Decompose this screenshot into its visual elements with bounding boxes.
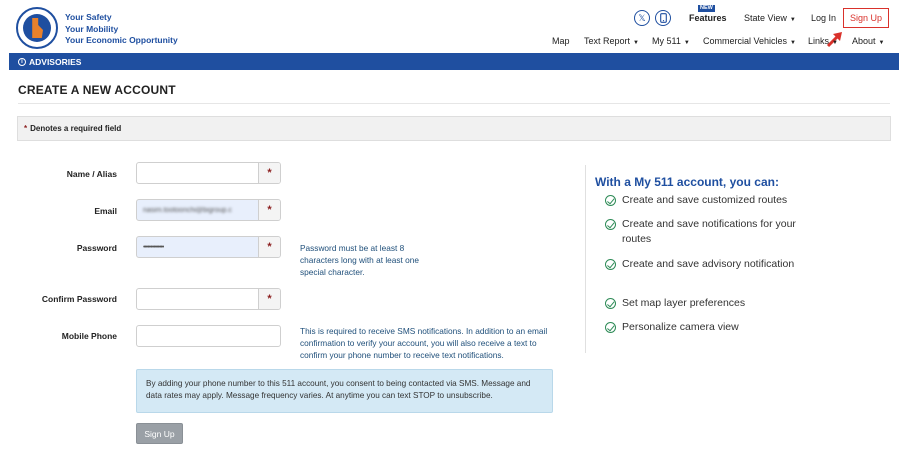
login-link[interactable]: Log In (811, 13, 836, 23)
nav-my-511[interactable]: My 511 ▼ (652, 36, 690, 46)
state-view-dropdown[interactable]: State View ▼ (744, 13, 796, 23)
advisories-label: ADVISORIES (29, 56, 82, 67)
confirm-password-input[interactable] (137, 289, 258, 309)
idaho-logo[interactable] (16, 7, 58, 49)
new-badge: NEW (698, 5, 715, 12)
benefit-text: Create and save advisory notification (622, 258, 795, 270)
mobile-phone-icon[interactable] (655, 10, 671, 26)
benefit-text: Personalize camera view (622, 321, 739, 333)
check-circle-icon (605, 219, 616, 230)
benefit-item: Create and save advisory notification (605, 257, 805, 272)
mobile-phone-input[interactable] (137, 326, 280, 346)
required-star: * (258, 200, 280, 220)
email-label: Email (94, 206, 117, 216)
idaho-state-shape (32, 18, 43, 38)
mobile-phone-hint: This is required to receive SMS notifica… (300, 326, 548, 360)
required-note: * Denotes a required field (17, 116, 891, 141)
mobile-phone-field (136, 325, 281, 347)
sms-consent-notice: By adding your phone number to this 511 … (136, 369, 553, 413)
state-view-label: State View (744, 13, 787, 23)
page-title: CREATE A NEW ACCOUNT (18, 83, 176, 97)
check-circle-icon (605, 322, 616, 333)
check-circle-icon (605, 298, 616, 309)
caret-down-icon: ▼ (832, 40, 838, 46)
site-header: Your Safety Your Mobility Your Economic … (0, 0, 908, 52)
required-star: * (258, 237, 280, 257)
check-circle-icon (605, 259, 616, 270)
logo-emblem (23, 14, 51, 42)
name-input[interactable] (137, 163, 258, 183)
benefit-item: Personalize camera view (605, 320, 805, 335)
benefit-text: Create and save notifications for your r… (622, 218, 796, 245)
confirm-password-field: * (136, 288, 281, 310)
nav-label: About (852, 36, 876, 46)
nav-map[interactable]: Map (552, 36, 570, 46)
benefits-title: With a My 511 account, you can: (595, 175, 779, 189)
caret-down-icon: ▼ (633, 40, 639, 46)
benefit-item: Create and save notifications for your r… (605, 217, 805, 247)
benefit-item: Set map layer preferences (605, 296, 805, 311)
signup-link[interactable]: Sign Up (843, 8, 889, 28)
tagline-line: Your Safety (65, 12, 112, 22)
features-link[interactable]: Features (689, 13, 727, 23)
nav-commercial-vehicles[interactable]: Commercial Vehicles ▼ (703, 36, 796, 46)
mobile-phone-label: Mobile Phone (61, 331, 117, 341)
vertical-divider (585, 165, 586, 353)
caret-down-icon: ▼ (878, 40, 885, 46)
name-label: Name / Alias (66, 169, 117, 179)
tagline-line: Your Economic Opportunity (65, 35, 178, 45)
email-field: nasim.tootoonchi@bigroup.c * (136, 199, 281, 221)
email-input[interactable]: nasim.tootoonchi@bigroup.c (137, 200, 258, 220)
benefit-text: Create and save customized routes (622, 194, 788, 206)
x-twitter-icon[interactable]: 𝕏 (634, 10, 650, 26)
password-input[interactable]: •••••••••••••• (137, 237, 258, 257)
nav-text-report[interactable]: Text Report ▼ (584, 36, 639, 46)
tagline: Your Safety Your Mobility Your Economic … (65, 12, 178, 47)
nav-label: My 511 (652, 36, 681, 46)
nav-links[interactable]: Links ▼ (808, 36, 838, 46)
caret-down-icon: ▼ (683, 40, 690, 46)
required-note-text: Denotes a required field (30, 124, 122, 133)
name-field: * (136, 162, 281, 184)
caret-down-icon: ▼ (789, 17, 796, 23)
advisories-bar[interactable]: i ADVISORIES (9, 53, 899, 70)
divider (18, 103, 890, 104)
sign-up-button[interactable]: Sign Up (136, 423, 183, 444)
required-star: * (24, 124, 28, 133)
required-star: * (258, 289, 280, 309)
required-star: * (258, 163, 280, 183)
password-hint: Password must be at least 8 characters l… (300, 243, 419, 277)
benefit-text: Set map layer preferences (622, 297, 746, 309)
tagline-line: Your Mobility (65, 23, 119, 34)
confirm-password-label: Confirm Password (41, 294, 117, 304)
nav-label: Text Report (584, 36, 631, 46)
caret-down-icon: ▼ (790, 40, 796, 46)
info-icon: i (18, 57, 26, 66)
benefit-item: Create and save customized routes (605, 193, 805, 208)
nav-label: Links (808, 36, 830, 46)
password-label: Password (76, 243, 117, 253)
nav-label: Commercial Vehicles (703, 36, 788, 46)
check-circle-icon (605, 195, 616, 206)
password-field: •••••••••••••• * (136, 236, 281, 258)
nav-about[interactable]: About ▼ (852, 36, 884, 46)
